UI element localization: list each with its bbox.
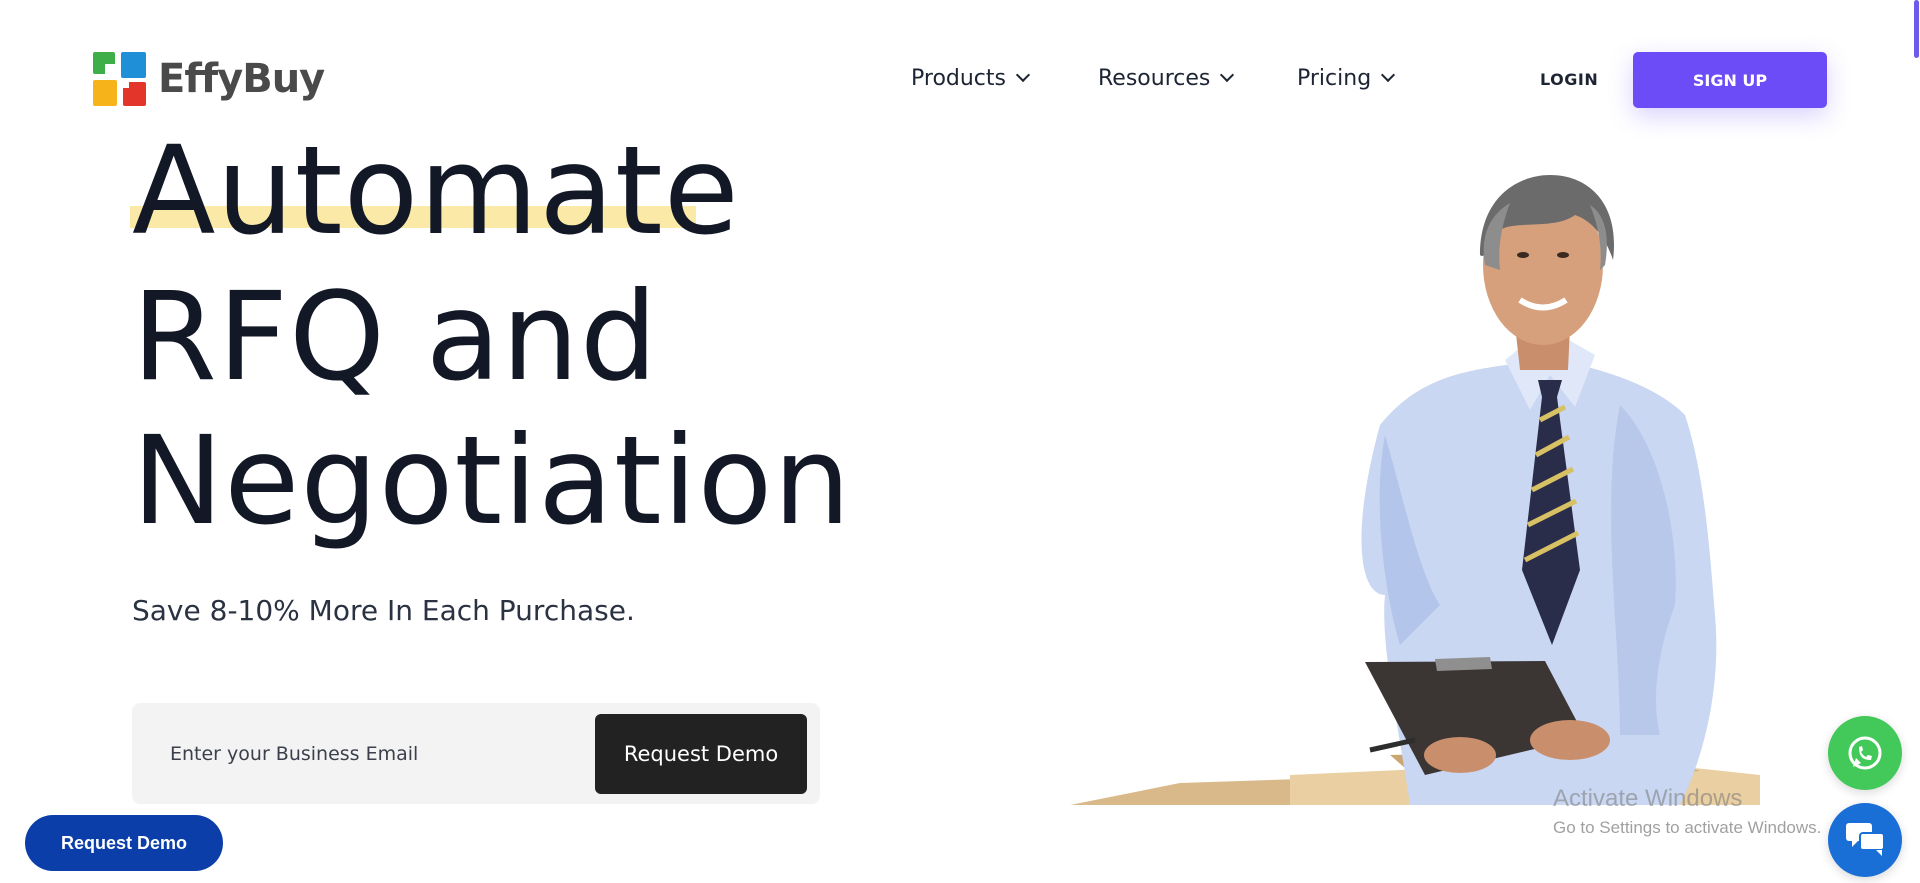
activate-windows-title: Activate Windows [1553, 785, 1743, 812]
login-link[interactable]: LOGIN [1540, 70, 1598, 89]
nav-pricing[interactable]: Pricing [1297, 66, 1396, 91]
scrollbar-thumb[interactable] [1914, 0, 1919, 58]
chat-icon [1846, 823, 1885, 856]
hero-headline-line-1: Automate [132, 120, 740, 262]
hero-person-image [1070, 175, 1760, 805]
nav-resources[interactable]: Resources [1098, 66, 1235, 91]
request-demo-button[interactable]: Request Demo [595, 714, 807, 794]
chevron-down-icon [1381, 67, 1396, 82]
brand-logo[interactable]: EffyBuy [93, 52, 325, 106]
chevron-down-icon [1220, 67, 1235, 82]
nav-products[interactable]: Products [911, 66, 1031, 91]
whatsapp-icon [1848, 736, 1882, 770]
chat-button[interactable] [1828, 803, 1902, 877]
chevron-down-icon [1015, 67, 1031, 82]
whatsapp-button[interactable] [1828, 716, 1902, 790]
hero-headline-line-3: Negotiation [132, 410, 852, 552]
page-scrollbar[interactable] [1912, 0, 1920, 883]
demo-request-form: Request Demo [132, 703, 820, 804]
activate-windows-subtitle: Go to Settings to activate Windows. [1553, 818, 1822, 837]
nav-pricing-label: Pricing [1297, 66, 1372, 91]
floating-request-demo-button[interactable]: Request Demo [25, 815, 223, 871]
nav-products-label: Products [911, 66, 1006, 91]
hero-subtitle: Save 8-10% More In Each Purchase. [132, 594, 635, 627]
business-email-input[interactable] [170, 703, 570, 804]
brand-name: EffyBuy [158, 56, 325, 102]
hero-headline-line-2: RFQ and [132, 266, 659, 408]
signup-button[interactable]: SIGN UP [1633, 52, 1827, 108]
nav-resources-label: Resources [1098, 66, 1211, 91]
logo-mark-icon [93, 52, 146, 106]
